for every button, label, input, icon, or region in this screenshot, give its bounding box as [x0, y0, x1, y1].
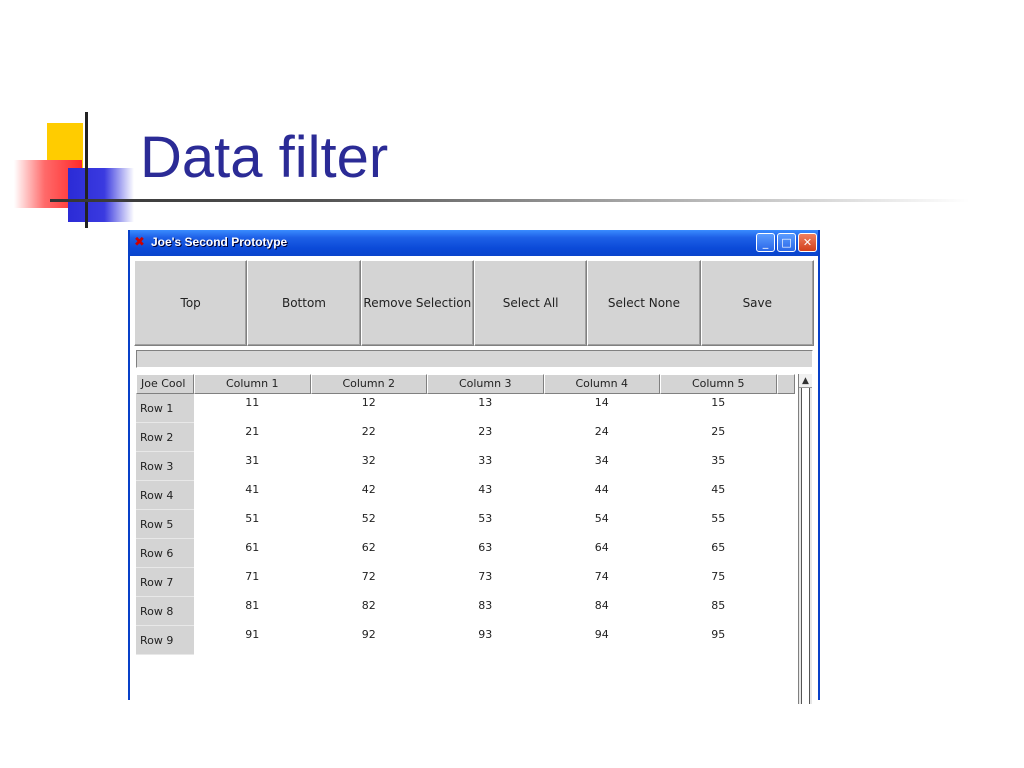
table-cell[interactable]: 41	[194, 481, 311, 510]
row-header[interactable]: Row 9	[136, 626, 194, 655]
select-none-button[interactable]: Select None	[587, 260, 701, 346]
column-header-5[interactable]: Column 5	[660, 374, 777, 394]
row-header[interactable]: Row 7	[136, 568, 194, 597]
table-row[interactable]: 61 62 63 64 65	[194, 539, 777, 568]
column-header-3[interactable]: Column 3	[427, 374, 544, 394]
vertical-scrollbar[interactable]: ▲	[798, 374, 812, 704]
table-body: 11 12 13 14 15 21 22 23 24 25 31 32 33 3…	[194, 394, 777, 655]
app-window: ✖ Joe's Second Prototype _ □ ✕ Top Botto…	[128, 230, 820, 704]
table-cell[interactable]: 92	[311, 626, 428, 655]
table-cell[interactable]: 94	[544, 626, 661, 655]
table-cell[interactable]: 22	[311, 423, 428, 452]
table-cell[interactable]: 21	[194, 423, 311, 452]
table-cell[interactable]: 55	[660, 510, 777, 539]
table-cell[interactable]: 14	[544, 394, 661, 423]
table-cell[interactable]: 53	[427, 510, 544, 539]
row-header[interactable]: Row 2	[136, 423, 194, 452]
table-cell[interactable]: 75	[660, 568, 777, 597]
table-cell[interactable]: 51	[194, 510, 311, 539]
table-row[interactable]: 91 92 93 94 95	[194, 626, 777, 655]
window-title: Joe's Second Prototype	[151, 235, 288, 249]
row-headers: Row 1 Row 2 Row 3 Row 4 Row 5 Row 6 Row …	[136, 394, 194, 655]
table-cell[interactable]: 42	[311, 481, 428, 510]
table-cell[interactable]: 74	[544, 568, 661, 597]
table-cell[interactable]: 15	[660, 394, 777, 423]
row-header[interactable]: Row 6	[136, 539, 194, 568]
column-header-4[interactable]: Column 4	[543, 374, 660, 394]
top-button[interactable]: Top	[134, 260, 248, 346]
table-cell[interactable]: 72	[311, 568, 428, 597]
table-cell[interactable]: 81	[194, 597, 311, 626]
table-cell[interactable]: 63	[427, 539, 544, 568]
table-cell[interactable]: 34	[544, 452, 661, 481]
table-row[interactable]: 21 22 23 24 25	[194, 423, 777, 452]
close-button[interactable]: ✕	[798, 233, 817, 252]
table-cell[interactable]: 62	[311, 539, 428, 568]
table-cell[interactable]: 91	[194, 626, 311, 655]
table-corner-header[interactable]: Joe Cool	[136, 374, 194, 394]
table-header: Joe Cool Column 1 Column 2 Column 3 Colu…	[136, 374, 795, 394]
row-header[interactable]: Row 8	[136, 597, 194, 626]
table-row[interactable]: 71 72 73 74 75	[194, 568, 777, 597]
title-bar[interactable]: ✖ Joe's Second Prototype _ □ ✕	[130, 230, 818, 256]
table-cell[interactable]: 54	[544, 510, 661, 539]
row-header[interactable]: Row 3	[136, 452, 194, 481]
save-button[interactable]: Save	[700, 260, 814, 346]
table-cell[interactable]: 95	[660, 626, 777, 655]
data-table: Joe Cool Column 1 Column 2 Column 3 Colu…	[136, 374, 796, 700]
table-row[interactable]: 11 12 13 14 15	[194, 394, 777, 423]
table-cell[interactable]: 64	[544, 539, 661, 568]
table-cell[interactable]: 52	[311, 510, 428, 539]
scroll-up-icon[interactable]: ▲	[799, 374, 812, 388]
table-cell[interactable]: 45	[660, 481, 777, 510]
remove-selection-button[interactable]: Remove Selection	[360, 260, 474, 346]
column-header-1[interactable]: Column 1	[194, 374, 311, 394]
table-cell[interactable]: 61	[194, 539, 311, 568]
table-cell[interactable]: 23	[427, 423, 544, 452]
filter-input[interactable]	[136, 350, 813, 368]
select-all-button[interactable]: Select All	[473, 260, 588, 346]
table-cell[interactable]: 82	[311, 597, 428, 626]
table-cell[interactable]: 13	[427, 394, 544, 423]
toolbar: Top Bottom Remove Selection Select All S…	[134, 260, 814, 346]
java-app-icon: ✖	[134, 235, 145, 250]
minimize-button[interactable]: _	[756, 233, 775, 252]
table-cell[interactable]: 31	[194, 452, 311, 481]
decor-blue-square	[68, 168, 134, 222]
table-cell[interactable]: 65	[660, 539, 777, 568]
table-row[interactable]: 51 52 53 54 55	[194, 510, 777, 539]
table-cell[interactable]: 25	[660, 423, 777, 452]
table-row[interactable]: 31 32 33 34 35	[194, 452, 777, 481]
table-cell[interactable]: 12	[311, 394, 428, 423]
table-cell[interactable]: 11	[194, 394, 311, 423]
table-cell[interactable]: 84	[544, 597, 661, 626]
header-filler	[776, 374, 795, 394]
table-cell[interactable]: 83	[427, 597, 544, 626]
table-cell[interactable]: 44	[544, 481, 661, 510]
scrollbar-track[interactable]	[801, 388, 810, 704]
table-cell[interactable]: 93	[427, 626, 544, 655]
decor-vertical-line	[85, 112, 88, 228]
table-row[interactable]: 81 82 83 84 85	[194, 597, 777, 626]
window-client-area: Top Bottom Remove Selection Select All S…	[130, 256, 818, 704]
table-row[interactable]: 41 42 43 44 45	[194, 481, 777, 510]
table-cell[interactable]: 24	[544, 423, 661, 452]
table-cell[interactable]: 43	[427, 481, 544, 510]
row-header[interactable]: Row 4	[136, 481, 194, 510]
slide-title: Data filter	[140, 125, 389, 190]
table-cell[interactable]: 35	[660, 452, 777, 481]
row-header[interactable]: Row 5	[136, 510, 194, 539]
table-cell[interactable]: 33	[427, 452, 544, 481]
table-cell[interactable]: 32	[311, 452, 428, 481]
table-cell[interactable]: 71	[194, 568, 311, 597]
decor-horizontal-line	[50, 199, 970, 202]
row-header[interactable]: Row 1	[136, 394, 194, 423]
bottom-button[interactable]: Bottom	[247, 260, 361, 346]
table-cell[interactable]: 73	[427, 568, 544, 597]
maximize-button[interactable]: □	[777, 233, 796, 252]
column-header-2[interactable]: Column 2	[310, 374, 427, 394]
table-cell[interactable]: 85	[660, 597, 777, 626]
